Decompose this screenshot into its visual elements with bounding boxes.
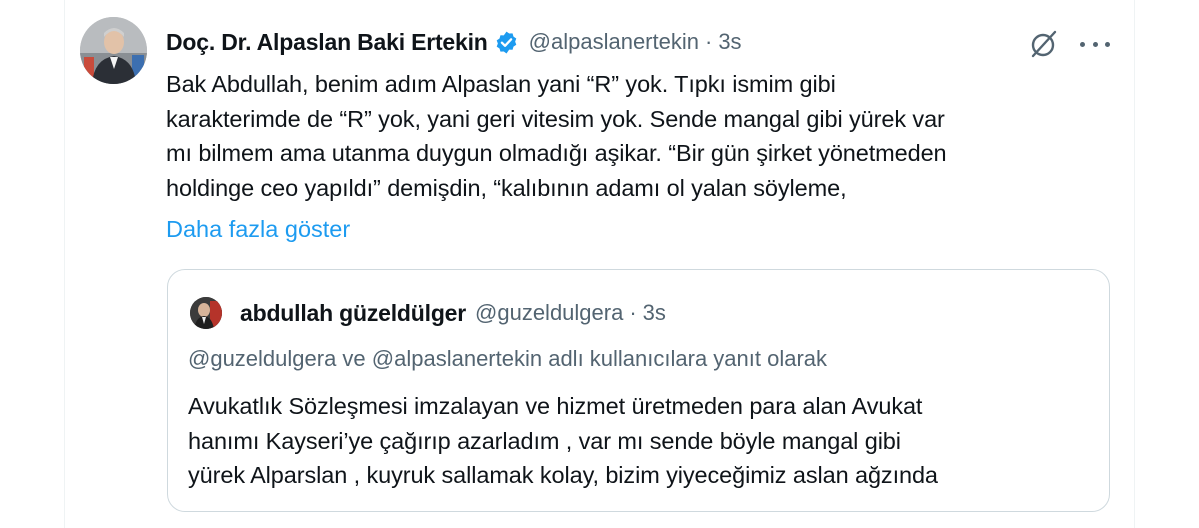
tweet-text: Bak Abdullah, benim adım Alpaslan yani “…	[166, 71, 947, 201]
quoted-reply-context: @guzeldulgera ve @alpaslanertekin adlı k…	[188, 346, 828, 371]
header-separator: ·	[704, 29, 713, 54]
tweet-header: Doç. Dr. Alpaslan Baki Ertekin @alpaslan…	[166, 24, 1109, 60]
timeline-left-border	[64, 0, 65, 528]
show-more-link[interactable]: Daha fazla göster	[166, 212, 350, 246]
quoted-header-separator: ·	[629, 300, 637, 325]
quoted-tweet-text: Avukatlık Sözleşmesi imzalayan ve hizmet…	[188, 393, 938, 488]
grok-icon[interactable]	[1027, 28, 1059, 60]
timeline-right-border	[1134, 0, 1135, 528]
quoted-author-name[interactable]: abdullah güzeldülger	[240, 300, 466, 327]
author-handle[interactable]: @alpaslanertekin	[529, 29, 699, 55]
author-avatar[interactable]	[80, 17, 147, 84]
quoted-tweet-timestamp[interactable]: 3s	[643, 300, 666, 326]
tweet-timestamp[interactable]: 3s	[718, 29, 741, 55]
quoted-tweet-card[interactable]: abdullah güzeldülger @guzeldulgera · 3s …	[167, 269, 1110, 512]
quoted-author-avatar[interactable]	[190, 297, 222, 329]
author-name[interactable]: Doç. Dr. Alpaslan Baki Ertekin	[166, 29, 488, 56]
quoted-author-handle[interactable]: @guzeldulgera	[475, 300, 623, 326]
verified-badge-icon	[494, 30, 519, 55]
quoted-tweet-header: abdullah güzeldülger @guzeldulgera · 3s	[240, 297, 666, 329]
more-options-icon[interactable]	[1080, 30, 1110, 58]
